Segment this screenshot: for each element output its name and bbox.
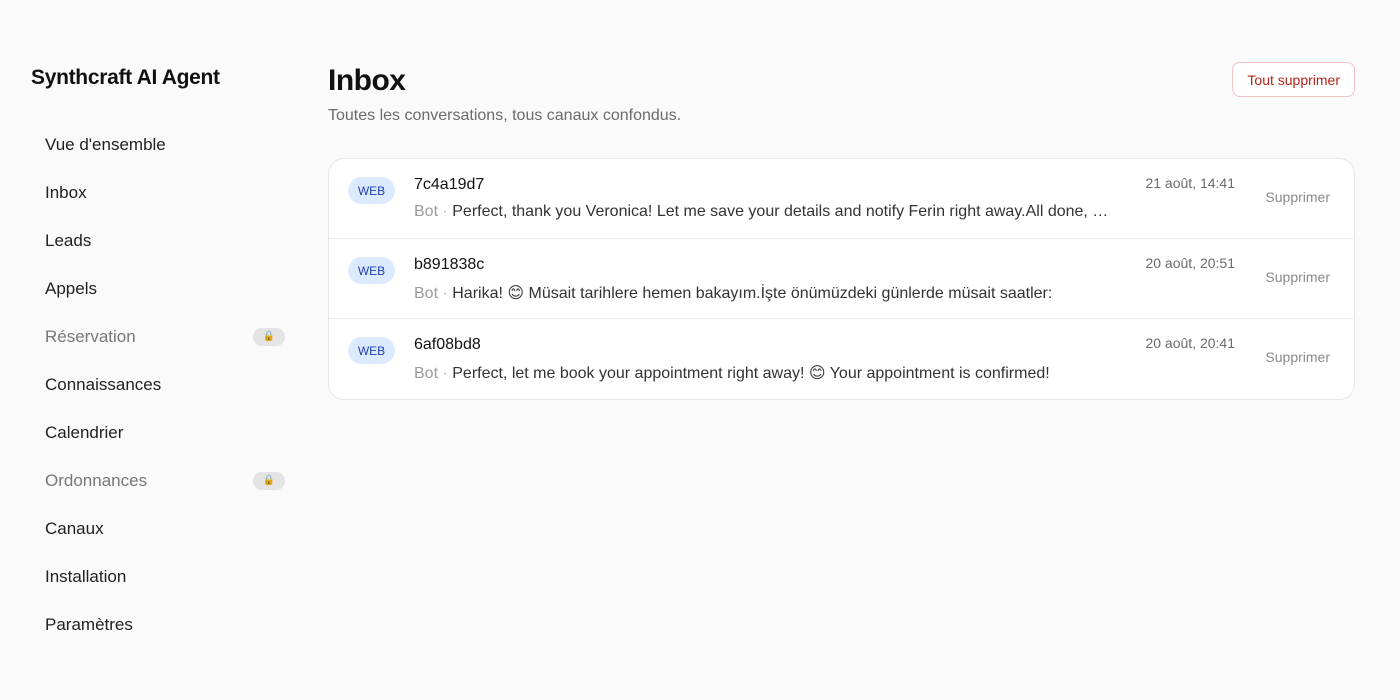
- conversation-preview: Bot · Harika! 😊 Müsait tarihlere hemen b…: [414, 283, 1116, 303]
- sidebar-item-label: Canaux: [45, 519, 104, 538]
- sidebar: Synthcraft AI Agent Vue d'ensemble Inbox…: [0, 0, 300, 700]
- conversation-list: WEB 7c4a19d7 Bot · Perfect, thank you Ve…: [328, 158, 1355, 400]
- conversation-date: 20 août, 20:51: [1145, 255, 1235, 271]
- brand-title: Synthcraft AI Agent: [31, 66, 220, 89]
- delete-conversation-button[interactable]: Supprimer: [1265, 189, 1330, 205]
- sidebar-item-label: Paramètres: [45, 615, 133, 634]
- sidebar-item-label: Appels: [45, 279, 97, 298]
- message-sender: Bot: [414, 285, 439, 302]
- conversation-preview: Bot · Perfect, thank you Veronica! Let m…: [414, 203, 1116, 221]
- conversation-date: 20 août, 20:41: [1145, 335, 1235, 351]
- conversation-row[interactable]: WEB b891838c Bot · Harika! 😊 Müsait tari…: [329, 239, 1354, 319]
- conversation-id: 6af08bd8: [414, 336, 481, 353]
- sidebar-nav: Vue d'ensemble Inbox Leads Appels Réserv…: [30, 121, 300, 649]
- message-text: Perfect, let me book your appointment ri…: [452, 365, 1050, 382]
- sidebar-item-prescriptions[interactable]: Ordonnances 🔒: [30, 457, 300, 505]
- sidebar-item-label: Calendrier: [45, 423, 124, 442]
- lock-icon: 🔒: [253, 472, 285, 490]
- sidebar-item-overview[interactable]: Vue d'ensemble: [30, 121, 300, 169]
- sender-separator: ·: [442, 365, 448, 382]
- sidebar-item-inbox[interactable]: Inbox: [30, 169, 300, 217]
- page-subtitle: Toutes les conversations, tous canaux co…: [328, 107, 682, 124]
- conversation-id: b891838c: [414, 256, 485, 273]
- sidebar-item-knowledge[interactable]: Connaissances: [30, 361, 300, 409]
- delete-conversation-button[interactable]: Supprimer: [1265, 269, 1330, 285]
- sidebar-item-channels[interactable]: Canaux: [30, 505, 300, 553]
- delete-conversation-button[interactable]: Supprimer: [1265, 349, 1330, 365]
- conversation-date: 21 août, 14:41: [1145, 175, 1235, 191]
- sidebar-item-calls[interactable]: Appels: [30, 265, 300, 313]
- sender-separator: ·: [442, 203, 448, 220]
- app: Synthcraft AI Agent Vue d'ensemble Inbox…: [0, 0, 1400, 700]
- sidebar-item-label: Inbox: [45, 183, 87, 202]
- sidebar-item-calendar[interactable]: Calendrier: [30, 409, 300, 457]
- channel-badge: WEB: [348, 337, 395, 364]
- delete-all-button[interactable]: Tout supprimer: [1232, 62, 1355, 97]
- sidebar-item-label: Réservation: [45, 327, 136, 346]
- lock-icon: 🔒: [253, 328, 285, 346]
- sidebar-item-label: Ordonnances: [45, 471, 148, 490]
- sidebar-item-settings[interactable]: Paramètres: [30, 601, 300, 649]
- main-content: Inbox Toutes les conversations, tous can…: [328, 0, 1355, 700]
- conversation-row[interactable]: WEB 6af08bd8 Bot · Perfect, let me book …: [329, 319, 1354, 399]
- conversation-preview: Bot · Perfect, let me book your appointm…: [414, 363, 1116, 383]
- sidebar-item-label: Connaissances: [45, 375, 162, 394]
- message-sender: Bot: [414, 365, 439, 382]
- sidebar-item-reservation[interactable]: Réservation 🔒: [30, 313, 300, 361]
- conversation-id: 7c4a19d7: [414, 176, 485, 193]
- channel-badge: WEB: [348, 257, 395, 284]
- message-text: Harika! 😊 Müsait tarihlere hemen bakayım…: [452, 285, 1053, 302]
- page-title: Inbox: [328, 64, 406, 97]
- message-text: Perfect, thank you Veronica! Let me save…: [452, 203, 1116, 220]
- sender-separator: ·: [442, 285, 448, 302]
- channel-badge: WEB: [348, 177, 395, 204]
- sidebar-item-label: Leads: [45, 231, 92, 250]
- sidebar-item-leads[interactable]: Leads: [30, 217, 300, 265]
- sidebar-item-installation[interactable]: Installation: [30, 553, 300, 601]
- conversation-row[interactable]: WEB 7c4a19d7 Bot · Perfect, thank you Ve…: [329, 159, 1354, 239]
- sidebar-item-label: Vue d'ensemble: [45, 135, 166, 154]
- sidebar-item-label: Installation: [45, 567, 127, 586]
- message-sender: Bot: [414, 203, 439, 220]
